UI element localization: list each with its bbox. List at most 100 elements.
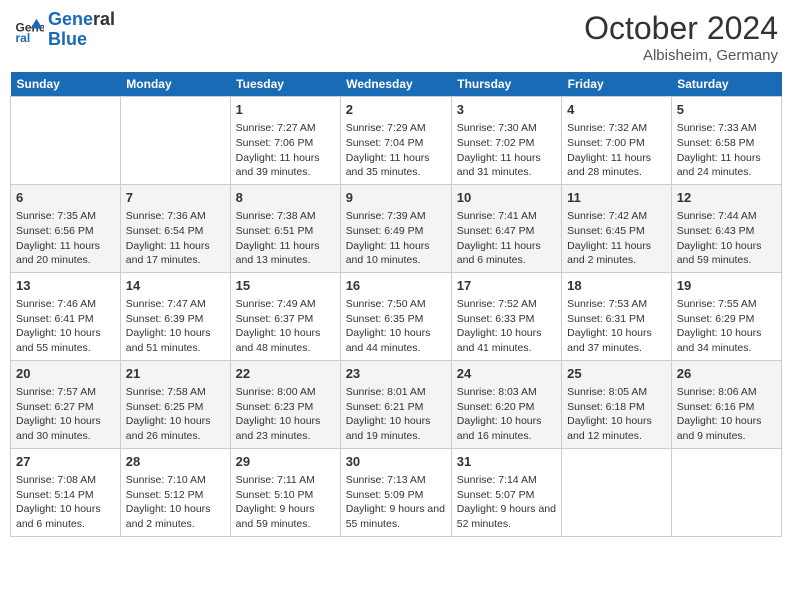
month-title: October 2024 xyxy=(584,10,778,47)
day-number: 23 xyxy=(346,365,446,383)
day-info: Sunrise: 8:03 AMSunset: 6:20 PMDaylight:… xyxy=(457,385,556,444)
calendar-day-cell: 19 Sunrise: 7:55 AMSunset: 6:29 PMDayligh… xyxy=(671,272,781,360)
calendar-week-row: 1 Sunrise: 7:27 AMSunset: 7:06 PMDaylight… xyxy=(11,97,782,185)
day-info: Sunrise: 7:38 AMSunset: 6:51 PMDaylight:… xyxy=(236,209,335,268)
day-number: 12 xyxy=(677,189,776,207)
calendar-day-cell: 23 Sunrise: 8:01 AMSunset: 6:21 PMDayligh… xyxy=(340,360,451,448)
weekday-header-cell: Wednesday xyxy=(340,72,451,97)
calendar-day-cell: 21 Sunrise: 7:58 AMSunset: 6:25 PMDayligh… xyxy=(120,360,230,448)
day-info: Sunrise: 7:33 AMSunset: 6:58 PMDaylight:… xyxy=(677,121,776,180)
day-number: 24 xyxy=(457,365,556,383)
day-number: 14 xyxy=(126,277,225,295)
calendar-day-cell: 22Sunrise: 8:00 AMSunset: 6:23 PMDayligh… xyxy=(230,360,340,448)
day-number: 11 xyxy=(567,189,666,207)
day-number: 19 xyxy=(677,277,776,295)
day-info: Sunrise: 7:55 AMSunset: 6:29 PMDaylight:… xyxy=(677,297,776,356)
calendar-day-cell: 15Sunrise: 7:49 AMSunset: 6:37 PMDayligh… xyxy=(230,272,340,360)
day-info: Sunrise: 8:01 AMSunset: 6:21 PMDaylight:… xyxy=(346,385,446,444)
day-info: Sunrise: 8:06 AMSunset: 6:16 PMDaylight:… xyxy=(677,385,776,444)
day-info: Sunrise: 7:29 AMSunset: 7:04 PMDaylight:… xyxy=(346,121,446,180)
calendar-day-cell: 7Sunrise: 7:36 AMSunset: 6:54 PMDaylight… xyxy=(120,184,230,272)
calendar-day-cell: 14 Sunrise: 7:47 AMSunset: 6:39 PMDayligh… xyxy=(120,272,230,360)
day-number: 21 xyxy=(126,365,225,383)
calendar-day-cell: 4 Sunrise: 7:32 AMSunset: 7:00 PMDaylight… xyxy=(562,97,672,185)
calendar-day-cell: 11Sunrise: 7:42 AMSunset: 6:45 PMDayligh… xyxy=(562,184,672,272)
location-title: Albisheim, Germany xyxy=(584,47,778,64)
day-number: 1 xyxy=(236,101,335,119)
calendar-day-cell: 3 Sunrise: 7:30 AMSunset: 7:02 PMDaylight… xyxy=(451,97,561,185)
calendar-week-row: 6 Sunrise: 7:35 AMSunset: 6:56 PMDaylight… xyxy=(11,184,782,272)
day-number: 10 xyxy=(457,189,556,207)
calendar-table: SundayMondayTuesdayWednesdayThursdayFrid… xyxy=(10,72,782,537)
calendar-day-cell xyxy=(671,448,781,536)
day-info: Sunrise: 7:53 AMSunset: 6:31 PMDaylight:… xyxy=(567,297,666,356)
calendar-week-row: 27Sunrise: 7:08 AMSunset: 5:14 PMDayligh… xyxy=(11,448,782,536)
calendar-day-cell: 20 Sunrise: 7:57 AMSunset: 6:27 PMDayligh… xyxy=(11,360,121,448)
calendar-day-cell xyxy=(120,97,230,185)
calendar-day-cell: 25 Sunrise: 8:05 AMSunset: 6:18 PMDayligh… xyxy=(562,360,672,448)
weekday-header-cell: Saturday xyxy=(671,72,781,97)
day-info: Sunrise: 7:58 AMSunset: 6:25 PMDaylight:… xyxy=(126,385,225,444)
day-info: Sunrise: 7:27 AMSunset: 7:06 PMDaylight:… xyxy=(236,121,335,180)
weekday-header-cell: Friday xyxy=(562,72,672,97)
calendar-day-cell: 2 Sunrise: 7:29 AMSunset: 7:04 PMDaylight… xyxy=(340,97,451,185)
day-info: Sunrise: 7:32 AMSunset: 7:00 PMDaylight:… xyxy=(567,121,666,180)
weekday-header-cell: Thursday xyxy=(451,72,561,97)
day-number: 2 xyxy=(346,101,446,119)
day-info: Sunrise: 7:39 AMSunset: 6:49 PMDaylight:… xyxy=(346,209,446,268)
calendar-day-cell: 16 Sunrise: 7:50 AMSunset: 6:35 PMDayligh… xyxy=(340,272,451,360)
day-number: 20 xyxy=(16,365,115,383)
calendar-day-cell xyxy=(11,97,121,185)
day-number: 22 xyxy=(236,365,335,383)
day-info: Sunrise: 7:13 AMSunset: 5:09 PMDaylight:… xyxy=(346,473,446,532)
calendar-day-cell: 29Sunrise: 7:11 AMSunset: 5:10 PMDayligh… xyxy=(230,448,340,536)
calendar-week-row: 13Sunrise: 7:46 AMSunset: 6:41 PMDayligh… xyxy=(11,272,782,360)
calendar-day-cell: 6 Sunrise: 7:35 AMSunset: 6:56 PMDaylight… xyxy=(11,184,121,272)
calendar-day-cell: 24 Sunrise: 8:03 AMSunset: 6:20 PMDayligh… xyxy=(451,360,561,448)
logo-text: GeneralBlue xyxy=(48,10,115,50)
title-block: October 2024 Albisheim, Germany xyxy=(584,10,778,64)
day-number: 26 xyxy=(677,365,776,383)
page-header: Gene ral GeneralBlue October 2024 Albish… xyxy=(10,10,782,64)
day-number: 8 xyxy=(236,189,335,207)
day-info: Sunrise: 7:08 AMSunset: 5:14 PMDaylight:… xyxy=(16,473,115,532)
day-info: Sunrise: 7:57 AMSunset: 6:27 PMDaylight:… xyxy=(16,385,115,444)
calendar-day-cell: 10Sunrise: 7:41 AMSunset: 6:47 PMDayligh… xyxy=(451,184,561,272)
calendar-day-cell: 9 Sunrise: 7:39 AMSunset: 6:49 PMDaylight… xyxy=(340,184,451,272)
weekday-header-row: SundayMondayTuesdayWednesdayThursdayFrid… xyxy=(11,72,782,97)
day-number: 3 xyxy=(457,101,556,119)
day-number: 4 xyxy=(567,101,666,119)
calendar-day-cell: 31Sunrise: 7:14 AMSunset: 5:07 PMDayligh… xyxy=(451,448,561,536)
day-number: 18 xyxy=(567,277,666,295)
day-number: 31 xyxy=(457,453,556,471)
day-info: Sunrise: 7:44 AMSunset: 6:43 PMDaylight:… xyxy=(677,209,776,268)
day-info: Sunrise: 7:50 AMSunset: 6:35 PMDaylight:… xyxy=(346,297,446,356)
day-number: 6 xyxy=(16,189,115,207)
day-number: 28 xyxy=(126,453,225,471)
day-info: Sunrise: 7:30 AMSunset: 7:02 PMDaylight:… xyxy=(457,121,556,180)
day-info: Sunrise: 7:47 AMSunset: 6:39 PMDaylight:… xyxy=(126,297,225,356)
day-info: Sunrise: 7:10 AMSunset: 5:12 PMDaylight:… xyxy=(126,473,225,532)
calendar-day-cell: 12 Sunrise: 7:44 AMSunset: 6:43 PMDayligh… xyxy=(671,184,781,272)
calendar-day-cell: 17Sunrise: 7:52 AMSunset: 6:33 PMDayligh… xyxy=(451,272,561,360)
day-info: Sunrise: 7:36 AMSunset: 6:54 PMDaylight:… xyxy=(126,209,225,268)
calendar-day-cell xyxy=(562,448,672,536)
day-info: Sunrise: 8:05 AMSunset: 6:18 PMDaylight:… xyxy=(567,385,666,444)
day-info: Sunrise: 7:46 AMSunset: 6:41 PMDaylight:… xyxy=(16,297,115,356)
day-info: Sunrise: 7:52 AMSunset: 6:33 PMDaylight:… xyxy=(457,297,556,356)
calendar-day-cell: 8 Sunrise: 7:38 AMSunset: 6:51 PMDaylight… xyxy=(230,184,340,272)
calendar-week-row: 20 Sunrise: 7:57 AMSunset: 6:27 PMDayligh… xyxy=(11,360,782,448)
weekday-header-cell: Monday xyxy=(120,72,230,97)
logo-blue: Blue xyxy=(48,29,87,49)
day-info: Sunrise: 7:49 AMSunset: 6:37 PMDaylight:… xyxy=(236,297,335,356)
day-number: 16 xyxy=(346,277,446,295)
day-info: Sunrise: 7:35 AMSunset: 6:56 PMDaylight:… xyxy=(16,209,115,268)
calendar-day-cell: 18 Sunrise: 7:53 AMSunset: 6:31 PMDayligh… xyxy=(562,272,672,360)
day-number: 25 xyxy=(567,365,666,383)
calendar-day-cell: 26 Sunrise: 8:06 AMSunset: 6:16 PMDayligh… xyxy=(671,360,781,448)
calendar-day-cell: 27Sunrise: 7:08 AMSunset: 5:14 PMDayligh… xyxy=(11,448,121,536)
day-number: 30 xyxy=(346,453,446,471)
calendar-day-cell: 5Sunrise: 7:33 AMSunset: 6:58 PMDaylight… xyxy=(671,97,781,185)
day-number: 9 xyxy=(346,189,446,207)
calendar-day-cell: 1 Sunrise: 7:27 AMSunset: 7:06 PMDaylight… xyxy=(230,97,340,185)
